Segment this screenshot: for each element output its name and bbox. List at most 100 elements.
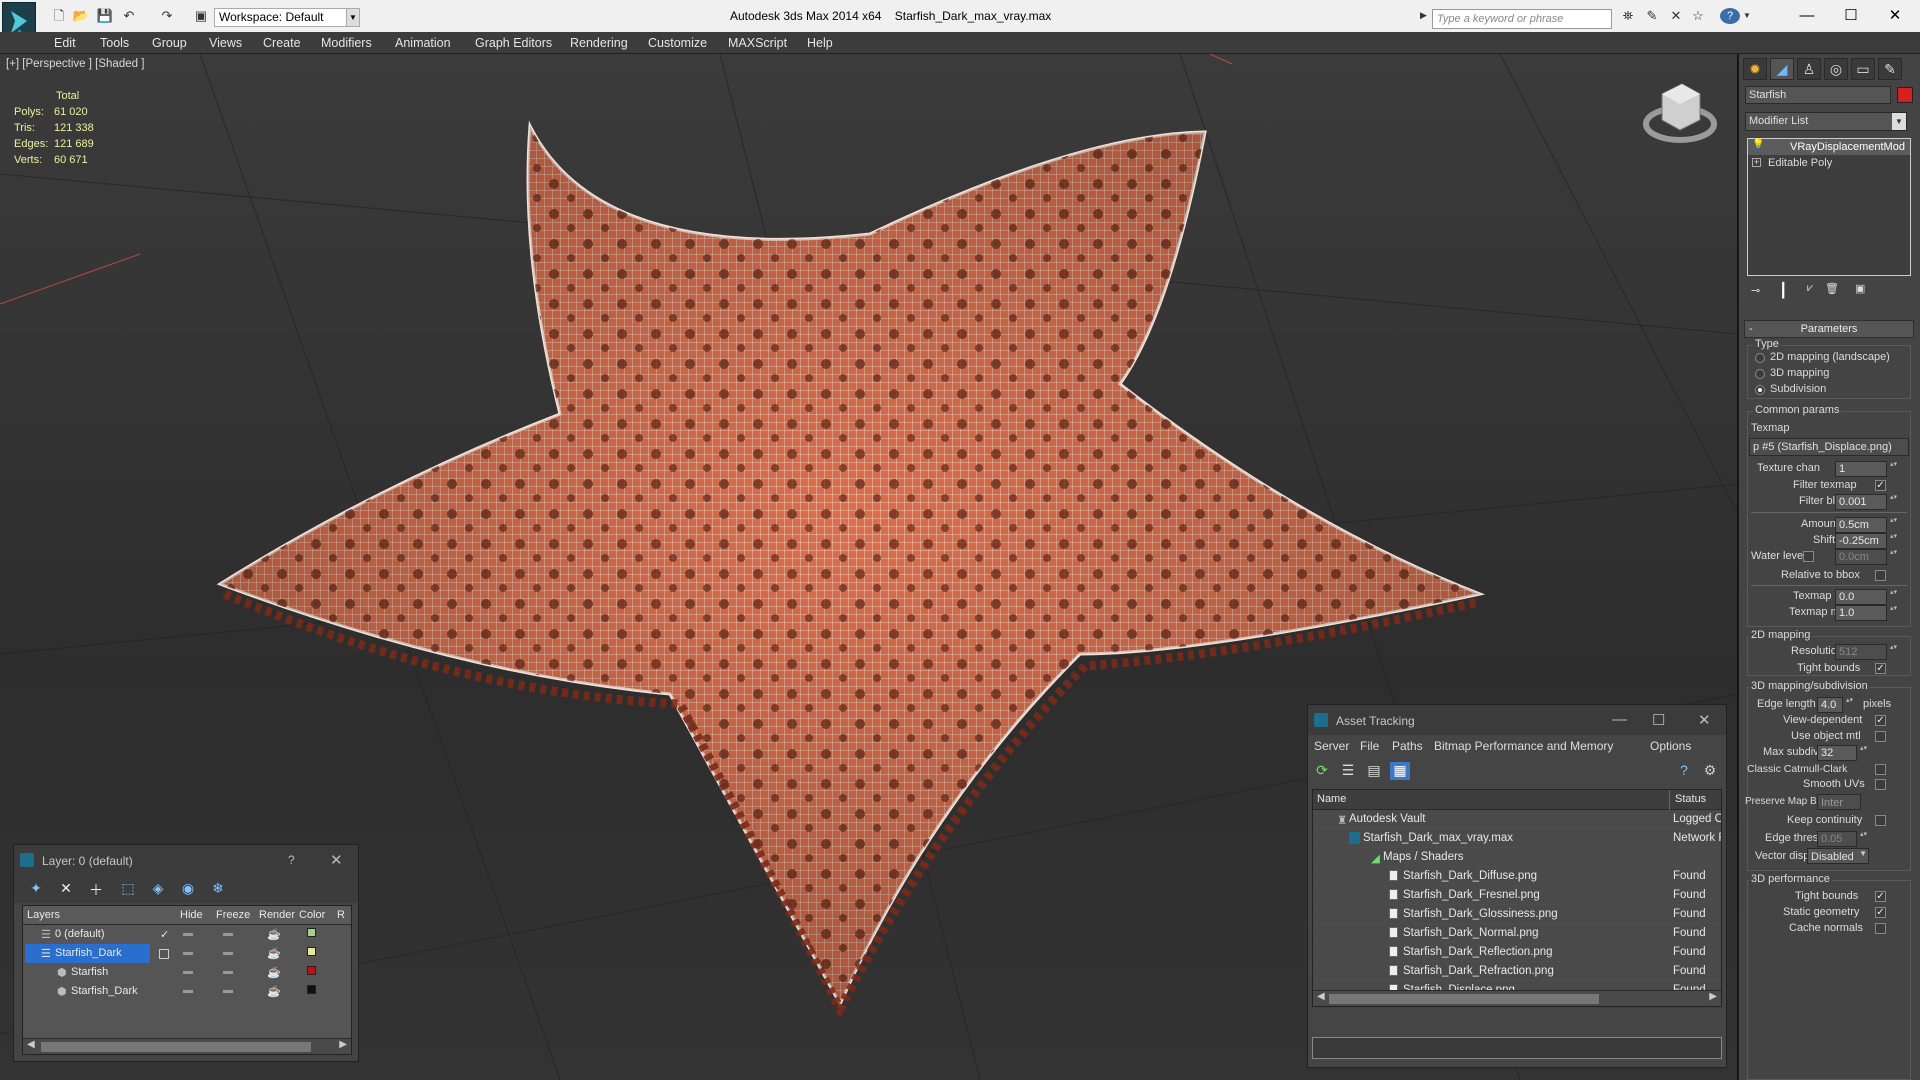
menu-maxscript[interactable]: MAXScript [728, 36, 787, 50]
preserve-map-dropdown[interactable]: Inter [1817, 794, 1861, 810]
freeze-toggle[interactable]: ▬ [223, 985, 233, 996]
freeze-toggle[interactable]: ▬ [223, 947, 233, 958]
scroll-thumb[interactable] [41, 1042, 311, 1052]
asset-row[interactable]: Starfish_Dark_Glossiness.png Found [1313, 905, 1721, 924]
menu-modifiers[interactable]: Modifiers [321, 36, 372, 50]
hide-toggle[interactable]: ▬ [183, 985, 193, 996]
classic-catmull-checkbox[interactable] [1875, 764, 1886, 775]
save-file-icon[interactable]: 💾 [96, 8, 114, 24]
modifier-list-dropdown[interactable]: Modifier List ▼ [1745, 112, 1907, 131]
object-color-swatch[interactable] [307, 985, 316, 994]
tight-bounds-checkbox[interactable]: ✓ [1875, 663, 1886, 674]
viewcube-icon[interactable] [1643, 83, 1717, 143]
water-level-checkbox[interactable] [1803, 551, 1814, 562]
new-file-icon[interactable]: 🗋 [50, 8, 68, 24]
use-object-mtl-checkbox[interactable] [1875, 731, 1886, 742]
select-objects-icon[interactable]: ⬚ [118, 880, 138, 898]
menu-customize[interactable]: Customize [648, 36, 707, 50]
asset-title-bar[interactable]: Asset Tracking — ☐ ✕ [1308, 705, 1726, 735]
lightbulb-icon[interactable]: 💡 [1752, 139, 1764, 150]
delete-layer-icon[interactable]: ✕ [56, 880, 76, 898]
max-subdivs-spinner[interactable]: 32 [1817, 745, 1868, 761]
water-level-spinner[interactable]: 0.0cm [1835, 549, 1898, 565]
relative-bbox-checkbox[interactable] [1875, 570, 1886, 581]
texmap-button[interactable]: p #5 (Starfish_Displace.png) [1749, 438, 1909, 456]
maximize-button[interactable]: ☐ [1836, 4, 1866, 28]
shift-spinner[interactable]: -0.25cm [1835, 533, 1898, 549]
layer-row[interactable]: ☰ Starfish_Dark ▬ ▬ ☕ [23, 944, 351, 963]
render-teapot-icon[interactable]: ☕ [267, 966, 281, 979]
edge-length-spinner[interactable]: 4.0 [1817, 697, 1854, 713]
asset-menu-bitmap[interactable]: Bitmap Performance and Memory [1434, 739, 1613, 753]
menu-edit[interactable]: Edit [54, 36, 76, 50]
col-status[interactable]: Status [1675, 793, 1706, 805]
texture-chan-spinner[interactable]: 1 [1835, 461, 1898, 477]
close-window-button[interactable]: ✕ [1880, 4, 1910, 28]
asset-path-field[interactable] [1312, 1037, 1722, 1059]
highlight-layer-icon[interactable]: ◈ [148, 880, 168, 898]
redo-icon[interactable]: ↷ [158, 8, 176, 24]
asset-row[interactable]: ♜ Autodesk Vault Logged O [1313, 810, 1721, 829]
perf-tight-bounds-checkbox[interactable]: ✓ [1875, 891, 1886, 902]
hide-toggle[interactable]: ▬ [183, 966, 193, 977]
layer-row[interactable]: ⬢ Starfish ▬ ▬ ☕ [23, 963, 351, 982]
asset-menu-paths[interactable]: Paths [1392, 739, 1423, 753]
create-tab-icon[interactable]: ✹ [1743, 58, 1767, 80]
layer-row[interactable]: ☰ 0 (default) ✓ ▬ ▬ ☕ [23, 925, 351, 944]
col-render[interactable]: Render [259, 909, 295, 921]
edge-thresh-spinner[interactable]: 0.05 [1817, 831, 1868, 847]
asset-row[interactable]: ◢ Maps / Shaders [1313, 848, 1721, 867]
col-r[interactable]: R [337, 909, 345, 921]
minimize-button[interactable]: — [1792, 4, 1822, 28]
minimize-icon[interactable]: — [1612, 711, 1627, 728]
current-layer-check-icon[interactable]: ✓ [160, 928, 169, 941]
asset-menu-options[interactable]: Options [1650, 739, 1691, 753]
object-color-swatch[interactable] [1897, 87, 1913, 103]
help-icon[interactable]: ? [1720, 8, 1740, 24]
menu-tools[interactable]: Tools [100, 36, 129, 50]
col-hide[interactable]: Hide [180, 909, 203, 921]
favorites-star-icon[interactable]: ☆ [1688, 8, 1708, 24]
freeze-all-icon[interactable]: ❄ [208, 880, 228, 898]
menu-graph-editors[interactable]: Graph Editors [475, 36, 552, 50]
search-expand-icon[interactable]: ▶ [1420, 10, 1427, 21]
project-folder-icon[interactable]: ▣ [192, 8, 210, 24]
layer-row[interactable]: ⬢ Starfish_Dark ▬ ▬ ☕ [23, 982, 351, 1001]
asset-row[interactable]: Starfish_Dark_Fresnel.png Found [1313, 886, 1721, 905]
static-geometry-checkbox[interactable]: ✓ [1875, 907, 1886, 918]
workspace-menu-arrow-icon[interactable]: ▼ [346, 8, 360, 27]
layer-hscrollbar[interactable]: ◀ ▶ [23, 1038, 351, 1054]
show-end-result-icon[interactable]: ┃ [1779, 282, 1787, 299]
search-input[interactable]: Type a keyword or phrase [1432, 9, 1612, 29]
display-tab-icon[interactable]: ▭ [1851, 58, 1875, 80]
object-name-input[interactable]: Starfish [1745, 86, 1891, 104]
hide-toggle[interactable]: ▬ [183, 928, 193, 939]
motion-tab-icon[interactable]: ◎ [1824, 58, 1848, 80]
texmap-max-spinner[interactable]: 1.0 [1835, 605, 1898, 621]
menu-views[interactable]: Views [209, 36, 242, 50]
keep-continuity-checkbox[interactable] [1875, 815, 1886, 826]
workspace-dropdown[interactable]: Workspace: Default ▼ [214, 8, 360, 27]
list-view-icon[interactable]: ☰ [1338, 762, 1358, 780]
filter-texmap-checkbox[interactable]: ✓ [1875, 480, 1886, 491]
scroll-left-icon[interactable]: ◀ [27, 1039, 35, 1050]
object-color-swatch[interactable] [307, 966, 316, 975]
asset-row[interactable]: Starfish_Dark_Normal.png Found [1313, 924, 1721, 943]
stack-item[interactable]: 💡 VRayDisplacementMod [1748, 139, 1910, 155]
radio-3d-mapping[interactable] [1755, 369, 1765, 379]
refresh-icon[interactable]: ⟳ [1312, 762, 1332, 780]
view-dependent-checkbox[interactable]: ✓ [1875, 715, 1886, 726]
render-teapot-icon[interactable]: ☕ [267, 928, 281, 941]
render-teapot-icon[interactable]: ☕ [267, 985, 281, 998]
binoculars-icon[interactable]: ⛯ [1618, 8, 1638, 24]
create-layer-icon[interactable]: ✦ [26, 880, 46, 898]
hide-toggle[interactable]: ▬ [183, 947, 193, 958]
pin-stack-icon[interactable]: ⊸ [1751, 284, 1760, 297]
asset-menu-file[interactable]: File [1360, 739, 1379, 753]
col-color[interactable]: Color [299, 909, 325, 921]
add-to-layer-icon[interactable]: ＋ [86, 880, 106, 898]
resolution-spinner[interactable]: 512 [1835, 644, 1898, 660]
asset-hscrollbar[interactable]: ◀ ▶ [1313, 990, 1721, 1006]
remove-modifier-icon[interactable]: 🗑 [1825, 282, 1839, 295]
layer-title-bar[interactable]: Layer: 0 (default) ? ✕ [14, 845, 358, 875]
